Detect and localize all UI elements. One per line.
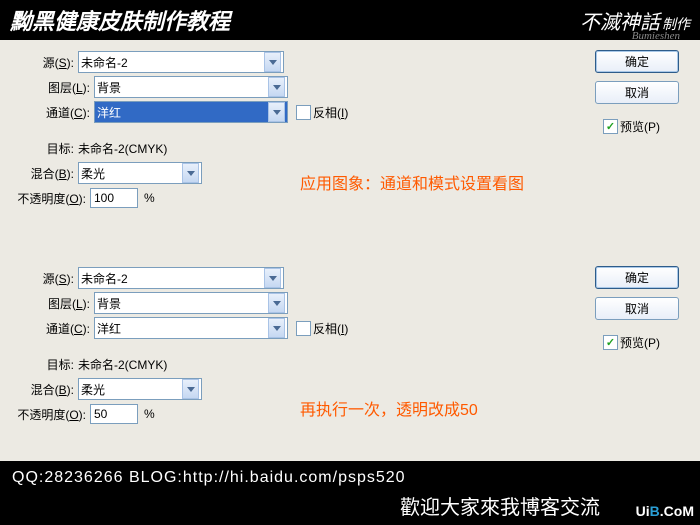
layer-select[interactable]: 背景 — [94, 292, 288, 314]
annotation-1: 应用图象：通道和模式设置看图 — [300, 170, 524, 194]
preview-checkbox[interactable] — [603, 119, 618, 134]
channel-select[interactable]: 洋红 — [94, 317, 288, 339]
chevron-down-icon — [264, 52, 281, 72]
opacity-input[interactable] — [90, 404, 138, 424]
invert-checkbox[interactable] — [296, 321, 311, 336]
blend-select[interactable]: 柔光 — [78, 162, 202, 184]
layer-label: 图层(L): — [0, 295, 90, 312]
channel-label: 通道(C): — [0, 320, 90, 337]
tutorial-footer: QQ:28236266 BLOG:http://hi.baidu.com/psp… — [0, 461, 700, 525]
site-watermark: UiB.CoM — [636, 503, 694, 519]
source-select[interactable]: 未命名-2 — [78, 267, 284, 289]
blend-label: 混合(B): — [0, 165, 74, 182]
chevron-down-icon — [182, 379, 199, 399]
preview-label: 预览(P) — [620, 334, 660, 351]
source-label: 源(S): — [0, 270, 74, 287]
source-select[interactable]: 未命名-2 — [78, 51, 284, 73]
blend-select[interactable]: 柔光 — [78, 378, 202, 400]
opacity-unit: % — [144, 407, 155, 421]
target-value: 未命名-2(CMYK) — [78, 140, 167, 157]
target-value: 未命名-2(CMYK) — [78, 356, 167, 373]
source-label: 源(S): — [0, 54, 74, 71]
cancel-button[interactable]: 取消 — [595, 297, 679, 320]
channel-label: 通道(C): — [0, 104, 90, 121]
tutorial-title: 黝黑健康皮肤制作教程 — [10, 4, 580, 36]
chevron-down-icon — [268, 318, 285, 338]
tutorial-header: 黝黑健康皮肤制作教程 不滅神話 制作 — [0, 0, 700, 40]
annotation-2: 再执行一次，透明改成50 — [300, 396, 478, 420]
invert-label: 反相(I) — [313, 320, 348, 337]
preview-label: 预览(P) — [620, 118, 660, 135]
ok-button[interactable]: 确定 — [595, 50, 679, 73]
target-label: 目标: — [0, 356, 74, 373]
opacity-label: 不透明度(O): — [0, 406, 86, 423]
footer-contact: QQ:28236266 BLOG:http://hi.baidu.com/psp… — [0, 461, 700, 489]
layer-label: 图层(L): — [0, 79, 90, 96]
opacity-unit: % — [144, 191, 155, 205]
footer-welcome: 歡迎大家來我博客交流 — [0, 489, 700, 522]
cancel-button[interactable]: 取消 — [595, 81, 679, 104]
apply-image-dialog-1: 确定 取消 预览(P) 源(S): 未命名-2 图层(L): 背景 通道(C):… — [0, 40, 700, 256]
channel-select[interactable]: 洋红 — [94, 101, 288, 123]
invert-label: 反相(I) — [313, 104, 348, 121]
chevron-down-icon — [268, 102, 285, 122]
layer-select[interactable]: 背景 — [94, 76, 288, 98]
target-label: 目标: — [0, 140, 74, 157]
opacity-label: 不透明度(O): — [0, 190, 86, 207]
ok-button[interactable]: 确定 — [595, 266, 679, 289]
opacity-input[interactable] — [90, 188, 138, 208]
chevron-down-icon — [268, 293, 285, 313]
invert-checkbox[interactable] — [296, 105, 311, 120]
blend-label: 混合(B): — [0, 381, 74, 398]
chevron-down-icon — [268, 77, 285, 97]
apply-image-dialog-2: 确定 取消 预览(P) 源(S): 未命名-2 图层(L): 背景 通道(C):… — [0, 256, 700, 472]
chevron-down-icon — [182, 163, 199, 183]
chevron-down-icon — [264, 268, 281, 288]
preview-checkbox[interactable] — [603, 335, 618, 350]
